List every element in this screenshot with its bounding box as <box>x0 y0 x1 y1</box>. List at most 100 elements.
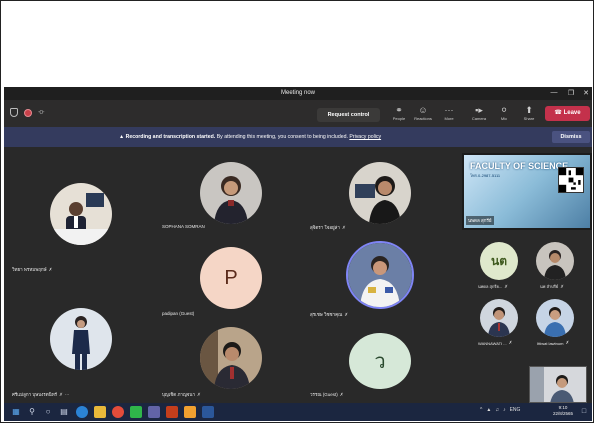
dismiss-button[interactable]: Dismiss <box>552 131 590 143</box>
minimize-icon[interactable]: — <box>547 89 561 96</box>
meeting-toolbar: -o- Request control ⚭ People ☺ Reactions… <box>4 100 592 127</box>
powerpoint-icon[interactable] <box>166 406 178 418</box>
participant-name: สุรเชษ วิชชาคุณ <box>310 312 343 317</box>
shared-caption: นพดล สุกรีย์ <box>466 216 494 225</box>
shared-screen-tile[interactable]: FACULTY OF SCIENCE โทร.0-2987-5111 นพดล … <box>462 153 592 230</box>
system-tray: ^ ▲ ♫ ♪ ENG <box>480 407 520 413</box>
word-icon[interactable] <box>202 406 214 418</box>
camera-icon: ▪▸ <box>475 105 483 115</box>
participant-photo <box>348 243 412 307</box>
recording-banner: ▲ Recording and transcription started. B… <box>4 127 592 147</box>
phone-icon: ☎ <box>554 110 562 116</box>
share-button[interactable]: ⬆ Share <box>518 104 540 121</box>
more-icon: ··· <box>444 105 454 115</box>
people-icon: ⚭ <box>395 105 403 115</box>
file-explorer-icon[interactable] <box>94 406 106 418</box>
mic-off-icon: ✗ <box>341 224 346 230</box>
recording-icon <box>24 108 32 117</box>
participant-name: นพดล สุกรีย... <box>478 284 503 289</box>
mic-off-icon: ✗ <box>48 266 53 272</box>
taskbar-clock[interactable]: 9:10 22/8/2565 <box>553 405 573 417</box>
avatar <box>50 308 112 370</box>
reactions-button[interactable]: ☺ Reactions <box>412 104 434 121</box>
participant-name: วิทยา พรหมพฤกษ์ <box>12 267 47 272</box>
avatar-initial: นต <box>491 253 507 268</box>
share-label: Share <box>523 116 535 121</box>
privacy-policy-link[interactable]: Privacy policy <box>349 134 381 140</box>
edge-icon[interactable] <box>76 406 88 418</box>
banner-text: By attending this meeting, you consent t… <box>216 134 348 140</box>
leave-label: Leave <box>563 110 581 116</box>
self-view-video[interactable] <box>529 366 587 403</box>
camera-button[interactable]: ▪▸ Camera <box>468 104 490 121</box>
participant-photo <box>200 162 262 224</box>
more-options-icon[interactable]: ··· <box>65 392 70 397</box>
notifications-icon[interactable]: □ <box>578 406 590 418</box>
participant-name: WANNAWATI ... <box>478 340 507 346</box>
shared-screen-content: FACULTY OF SCIENCE โทร.0-2987-5111 นพดล … <box>464 155 590 228</box>
avatar <box>536 242 574 280</box>
ellipsis-icon[interactable]: -o- <box>38 109 44 116</box>
avatar <box>200 327 262 389</box>
search-icon[interactable]: ⚲ <box>26 406 38 418</box>
avatar <box>346 241 414 309</box>
banner-bold-text: Recording and transcription started. <box>125 134 216 140</box>
avatar-initial: P <box>224 266 238 289</box>
participant-stage: วิทยา พรหมพฤกษ์ ✗ SOPHANA SOMRAN สุจิตรา… <box>4 147 592 403</box>
request-control-button[interactable]: Request control <box>317 108 380 122</box>
more-button[interactable]: ··· More <box>438 104 460 121</box>
participant-name: padipan (Guest) <box>162 311 195 316</box>
avatar <box>50 183 112 245</box>
participant-photo <box>536 299 574 337</box>
participant-name-row: SOPHANA SOMRAN <box>162 224 205 229</box>
participant-name: สุจิตรา ใจอยู่ล่า <box>310 225 340 230</box>
participant-name: วรรณ (Guest) <box>310 392 338 397</box>
shared-subtitle: โทร.0-2987-5111 <box>470 173 501 178</box>
line-icon[interactable] <box>130 406 142 418</box>
close-icon[interactable]: ✕ <box>579 89 592 97</box>
people-button[interactable]: ⚭ People <box>388 104 410 121</box>
participant-name: นพ ลำปรีย์ <box>540 284 559 289</box>
task-view-icon[interactable]: ▤ <box>58 406 70 418</box>
participant-photo <box>50 183 112 245</box>
leave-button[interactable]: ☎ Leave <box>545 106 590 121</box>
speaker-icon[interactable]: ♪ <box>503 407 506 413</box>
teams-meeting-window: Meeting now — ❐ ✕ -o- Request control ⚭ … <box>4 87 592 421</box>
participant-photo <box>349 162 411 224</box>
avatar <box>349 162 411 224</box>
chrome-icon[interactable] <box>112 406 124 418</box>
participant-name-row: วรรณ (Guest) ✗ <box>310 391 344 398</box>
participant-name-row: Ittiwat lawtnum ✗ <box>537 340 569 346</box>
people-label: People <box>392 116 406 121</box>
reactions-label: Reactions <box>414 116 432 121</box>
participant-name: บุญเชิด ภาญจนา <box>162 392 196 397</box>
avatar <box>200 162 262 224</box>
restore-icon[interactable]: ❐ <box>564 89 578 97</box>
network-icon[interactable]: ▲ <box>486 407 491 413</box>
windows-start-icon[interactable]: ▦ <box>10 406 22 418</box>
app-icon[interactable] <box>184 406 196 418</box>
reactions-icon: ☺ <box>418 105 428 115</box>
qr-code-icon <box>558 167 584 193</box>
volume-icon[interactable]: ♫ <box>495 407 499 413</box>
chevron-up-icon[interactable]: ^ <box>480 407 482 413</box>
participant-name-row: บุญเชิด ภาญจนา ✗ <box>162 391 201 398</box>
participant-name-row: WANNAWATI ... ✗ <box>478 340 512 346</box>
cortana-icon[interactable]: ○ <box>42 406 54 418</box>
participant-photo <box>480 299 518 337</box>
mic-off-icon: ⚪ <box>500 105 508 115</box>
language-indicator[interactable]: ENG <box>510 407 521 413</box>
participant-name: Ittiwat lawtnum <box>537 340 564 346</box>
participant-photo <box>200 327 262 389</box>
mic-button[interactable]: ⚪ Mic <box>493 104 515 121</box>
mic-off-icon: ✗ <box>565 340 570 345</box>
teams-icon[interactable] <box>148 406 160 418</box>
participant-photo <box>536 242 574 280</box>
participant-name-row: padipan (Guest) <box>162 311 194 316</box>
mic-off-icon: ✗ <box>560 283 564 289</box>
title-bar: Meeting now — ❐ ✕ <box>4 87 592 100</box>
participant-name-row: สุจิตรา ใจอยู่ล่า ✗ <box>310 224 346 231</box>
participant-name-row: นพ ลำปรีย์ ✗ <box>540 283 564 290</box>
avatar <box>480 299 518 337</box>
banner-message: ▲ Recording and transcription started. B… <box>119 134 381 140</box>
